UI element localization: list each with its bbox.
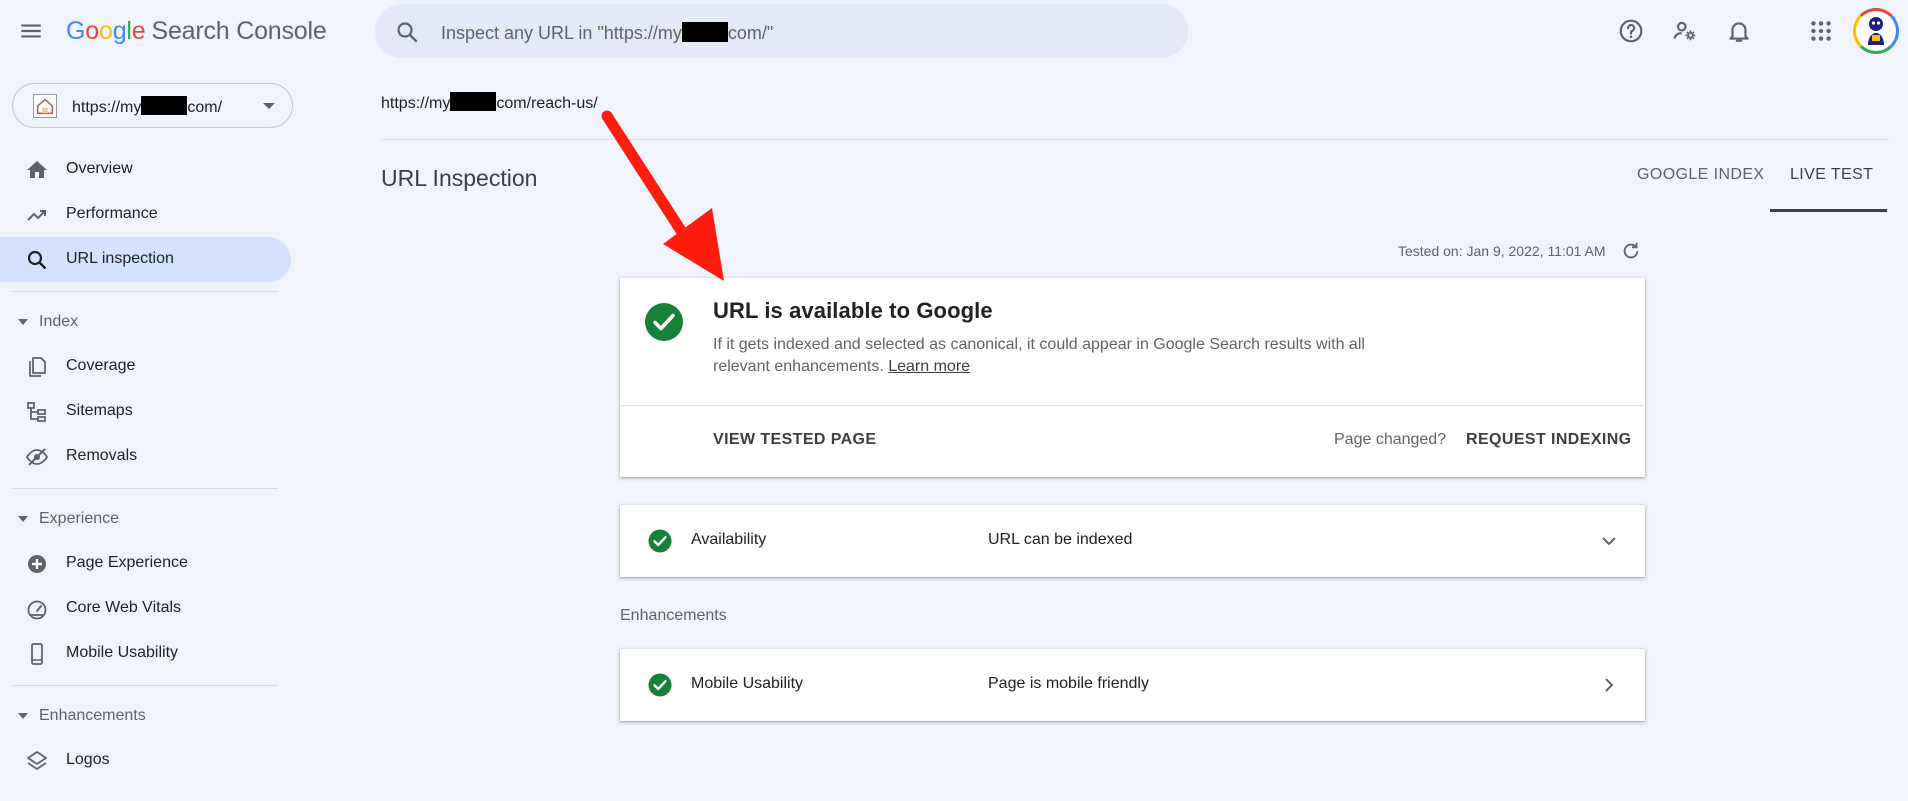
chevron-down-icon[interactable] xyxy=(1597,529,1621,553)
sidebar-item-label: Removals xyxy=(66,447,138,464)
view-tested-page-button[interactable]: VIEW TESTED PAGE xyxy=(713,431,876,449)
check-circle-icon xyxy=(648,529,672,553)
sidebar-item-logos[interactable]: Logos xyxy=(0,738,291,783)
check-circle-icon xyxy=(644,302,684,342)
sidebar-item-label: Sitemaps xyxy=(66,402,133,419)
sidebar-item-page-experience[interactable]: Page Experience xyxy=(0,541,291,586)
learn-more-link[interactable]: Learn more xyxy=(888,358,970,375)
section-label: Index xyxy=(39,313,79,330)
collapse-triangle-icon xyxy=(18,516,28,522)
url-inspect-search-bar[interactable]: Inspect any URL in "https://my com/" xyxy=(375,4,1188,58)
tested-on-timestamp: Tested on: Jan 9, 2022, 11:01 AM xyxy=(1398,243,1606,259)
search-icon xyxy=(25,248,49,272)
top-app-bar: Google Search Console Inspect any URL in … xyxy=(0,0,1908,64)
collapse-triangle-icon xyxy=(18,319,28,325)
sidebar-item-label: URL inspection xyxy=(66,250,174,267)
product-name: Search Console xyxy=(151,17,327,45)
sidebar-item-label: Core Web Vitals xyxy=(66,599,182,616)
trending-up-icon xyxy=(25,203,49,227)
speedometer-icon xyxy=(25,597,49,621)
coverage-icon xyxy=(25,355,49,379)
section-label: Enhancements xyxy=(39,707,146,724)
tab-live-test[interactable]: LIVE TEST xyxy=(1790,166,1873,184)
account-avatar[interactable] xyxy=(1853,8,1899,54)
refresh-icon[interactable] xyxy=(1620,240,1642,262)
sidebar-divider xyxy=(12,488,278,489)
card-divider xyxy=(620,405,1645,406)
layers-icon xyxy=(25,749,49,773)
status-description: If it gets indexed and selected as canon… xyxy=(713,336,1365,375)
row-label: Availability xyxy=(691,531,767,548)
collapse-triangle-icon xyxy=(18,713,28,719)
sidebar-item-label: Performance xyxy=(66,205,158,222)
chevron-right-icon[interactable] xyxy=(1597,673,1621,697)
request-indexing-button[interactable]: REQUEST INDEXING xyxy=(1466,431,1632,449)
help-icon[interactable] xyxy=(1618,18,1644,44)
row-label: Mobile Usability xyxy=(691,675,804,692)
redaction-box xyxy=(450,92,497,111)
apps-grid-icon[interactable] xyxy=(1808,18,1834,44)
search-icon xyxy=(395,20,419,44)
sidebar-item-label: Mobile Usability xyxy=(66,644,179,661)
sidebar-item-coverage[interactable]: Coverage xyxy=(0,344,291,389)
page-changed-label: Page changed? xyxy=(1334,431,1447,448)
sidebar-item-overview[interactable]: Overview xyxy=(0,147,291,192)
sidebar-item-label: Page Experience xyxy=(66,554,188,571)
tab-google-index[interactable]: GOOGLE INDEX xyxy=(1637,166,1765,184)
redaction-box xyxy=(141,96,188,115)
sidebar-item-label: Coverage xyxy=(66,357,136,374)
google-search-console-logo[interactable]: Google Search Console xyxy=(66,17,327,46)
indexing-status-card: URL is available to Google If it gets in… xyxy=(620,278,1645,477)
redaction-box xyxy=(681,22,728,42)
sidebar-item-core-web-vitals[interactable]: Core Web Vitals xyxy=(0,586,291,631)
smartphone-icon xyxy=(25,642,49,666)
active-tab-indicator xyxy=(1770,209,1887,212)
site-favicon xyxy=(33,94,57,118)
sidebar-item-label: Logos xyxy=(66,751,110,768)
sidebar-divider xyxy=(12,685,278,686)
sidebar-section-index[interactable]: Index xyxy=(0,302,291,342)
availability-row[interactable]: Availability URL can be indexed xyxy=(620,505,1645,577)
check-circle-icon xyxy=(648,673,672,697)
removals-icon xyxy=(25,445,49,469)
row-value: URL can be indexed xyxy=(988,531,1133,548)
main-menu-icon[interactable] xyxy=(18,18,44,44)
sitemaps-icon xyxy=(25,400,49,424)
mobile-usability-row[interactable]: Mobile Usability Page is mobile friendly xyxy=(620,649,1645,721)
sidebar-item-removals[interactable]: Removals xyxy=(0,434,291,479)
page-experience-icon xyxy=(25,552,49,576)
sidebar-item-sitemaps[interactable]: Sitemaps xyxy=(0,389,291,434)
home-icon xyxy=(25,158,49,182)
manage-users-icon[interactable] xyxy=(1672,18,1698,44)
sidebar-item-mobile-usability[interactable]: Mobile Usability xyxy=(0,631,291,676)
section-label: Experience xyxy=(39,510,120,527)
property-url: https://my com/ xyxy=(72,96,222,117)
property-selector[interactable]: https://my com/ xyxy=(12,83,293,128)
search-placeholder[interactable]: Inspect any URL in "https://my com/" xyxy=(441,22,773,44)
sidebar-item-url-inspection[interactable]: URL inspection xyxy=(0,237,291,282)
inspected-url: https://my com/reach-us/ xyxy=(381,92,598,113)
status-title: URL is available to Google xyxy=(713,298,993,323)
sidebar-section-enhancements[interactable]: Enhancements xyxy=(0,696,291,736)
notifications-bell-icon[interactable] xyxy=(1726,18,1752,44)
sidebar-item-label: Overview xyxy=(66,160,133,177)
red-annotation-arrow xyxy=(595,108,735,288)
row-value: Page is mobile friendly xyxy=(988,675,1149,692)
sidebar-item-performance[interactable]: Performance xyxy=(0,192,291,237)
page-title: URL Inspection xyxy=(381,165,538,191)
sidebar-section-experience[interactable]: Experience xyxy=(0,499,291,539)
enhancements-heading: Enhancements xyxy=(620,607,727,624)
sidebar-divider xyxy=(12,291,278,292)
chevron-down-icon xyxy=(263,103,275,109)
